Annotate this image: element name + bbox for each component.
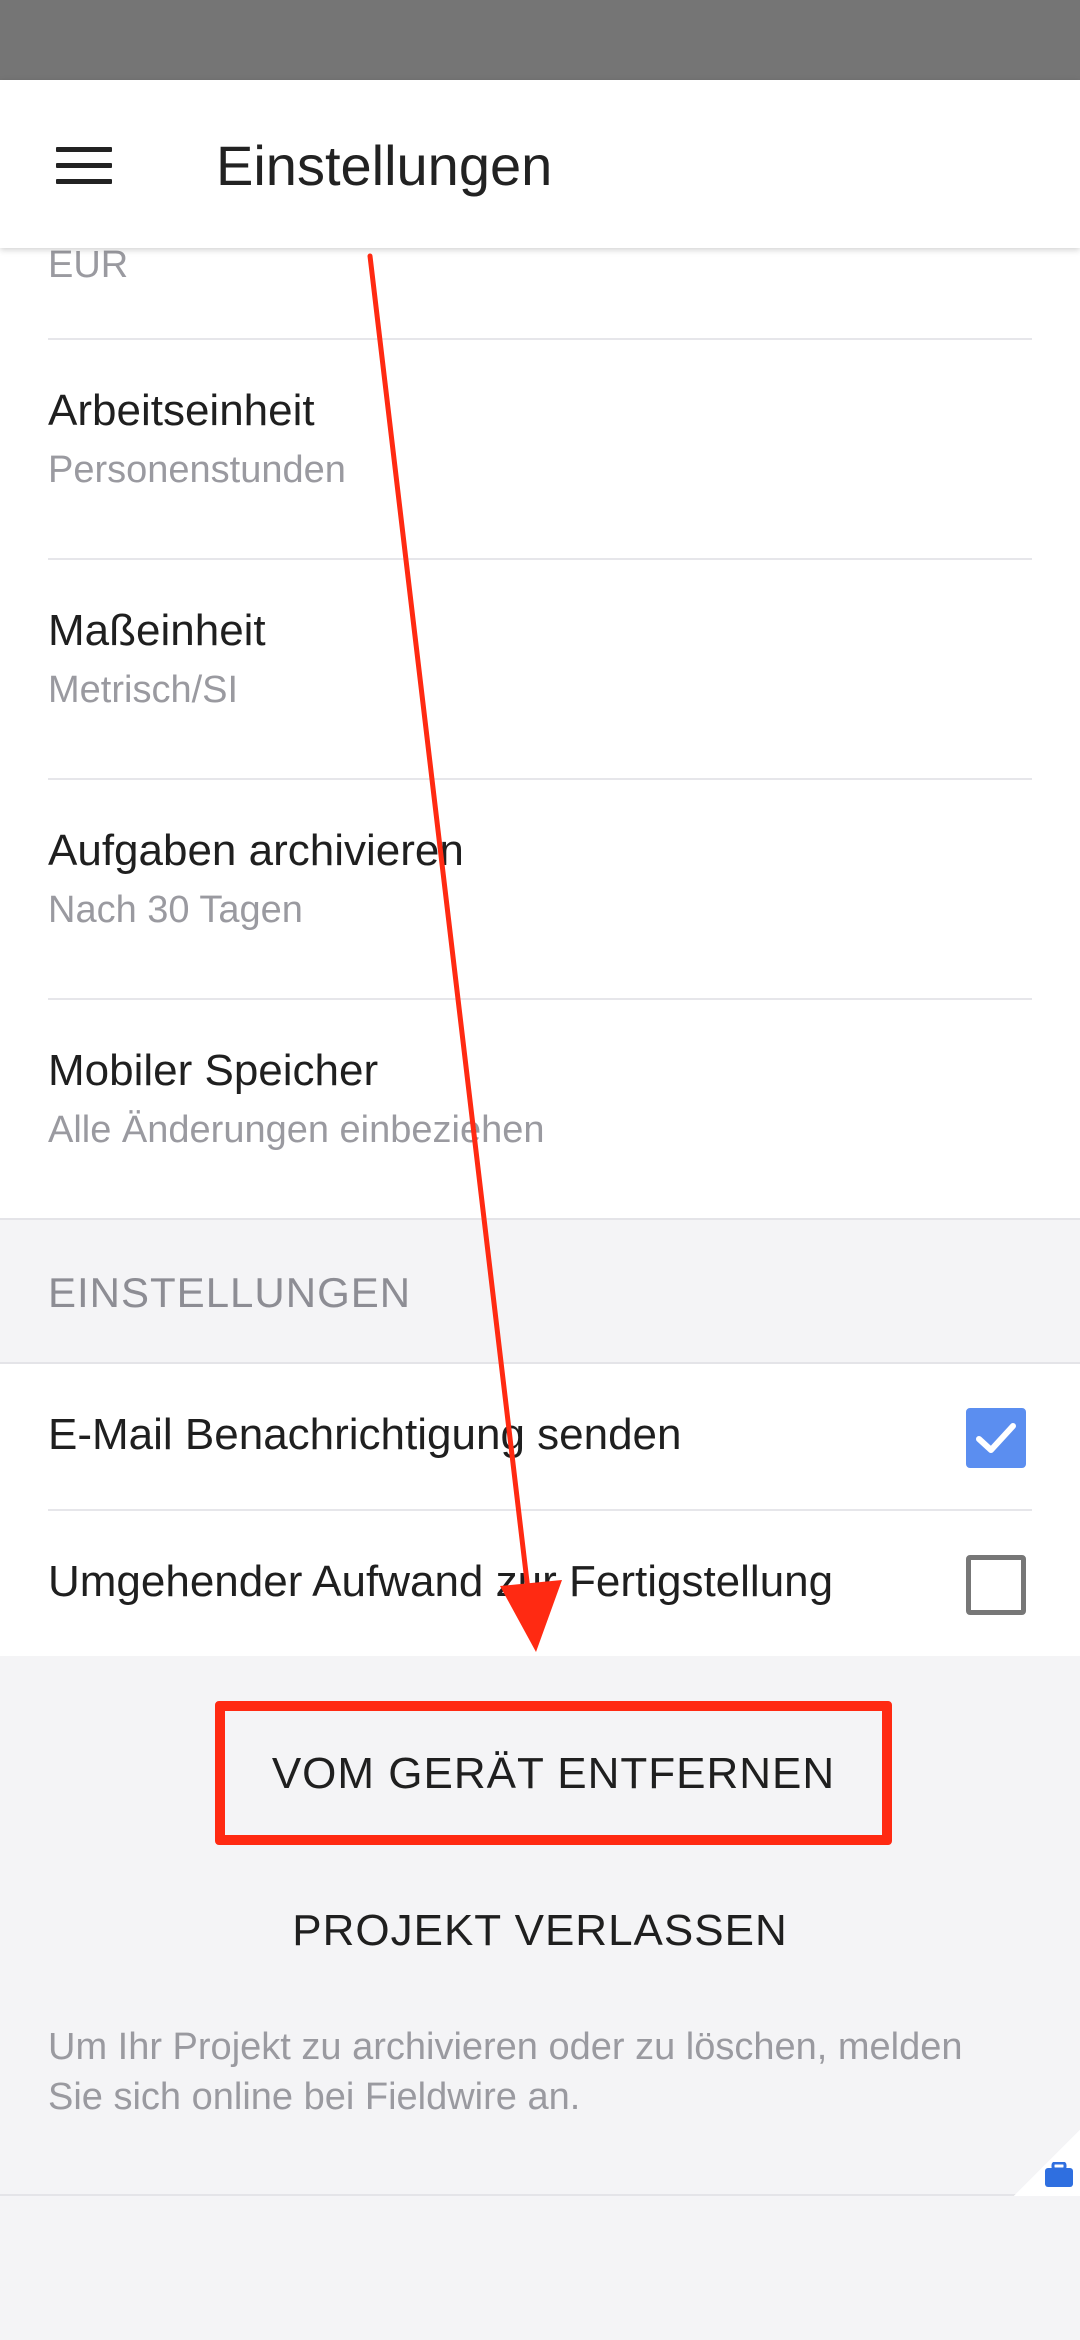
briefcase-icon[interactable]	[1044, 2162, 1074, 2188]
remove-from-device-button[interactable]: VOM GERÄT ENTFERNEN	[215, 1701, 892, 1845]
email-notification-checkbox[interactable]	[966, 1408, 1026, 1468]
immediate-effort-checkbox[interactable]	[966, 1555, 1026, 1615]
setting-value: Personenstunden	[48, 449, 346, 491]
setting-value: Metrisch/SI	[48, 669, 239, 711]
setting-label: Arbeitseinheit	[48, 386, 315, 435]
setting-label: Aufgaben archivieren	[48, 826, 464, 875]
setting-value: Alle Änderungen einbeziehen	[48, 1109, 545, 1151]
leave-project-button[interactable]: PROJEKT VERLASSEN	[240, 1886, 840, 1976]
setting-row-mobile-storage[interactable]: Mobiler Speicher Alle Änderungen einbezi…	[0, 1000, 1080, 1218]
divider	[0, 2194, 1080, 2196]
setting-row-measurement-unit[interactable]: Maßeinheit Metrisch/SI	[0, 560, 1080, 778]
toggle-row-email-notification[interactable]: E-Mail Benachrichtigung senden	[0, 1364, 1080, 1509]
actions-area: VOM GERÄT ENTFERNEN PROJEKT VERLASSEN Um…	[0, 1656, 1080, 2196]
section-title: EINSTELLUNGEN	[48, 1269, 412, 1316]
setting-row-work-unit[interactable]: Arbeitseinheit Personenstunden	[0, 340, 1080, 558]
toggle-row-immediate-effort[interactable]: Umgehender Aufwand zur Fertigstellung	[0, 1511, 1080, 1656]
status-bar	[0, 0, 1080, 80]
app-bar: Einstellungen	[0, 80, 1080, 248]
archive-info-text: Um Ihr Projekt zu archivieren oder zu lö…	[48, 2026, 963, 2118]
currency-value: EUR	[48, 244, 129, 286]
project-settings-list: EUR Arbeitseinheit Personenstunden Maßei…	[0, 244, 1080, 1218]
toggle-label: Umgehender Aufwand zur Fertigstellung	[48, 1557, 834, 1606]
checkmark-icon	[976, 1423, 1016, 1453]
toggle-label: E-Mail Benachrichtigung senden	[48, 1410, 682, 1459]
section-header-preferences: EINSTELLUNGEN	[0, 1218, 1080, 1364]
setting-label: Mobiler Speicher	[48, 1046, 379, 1095]
hamburger-menu-icon[interactable]	[56, 147, 112, 185]
remove-from-device-label: VOM GERÄT ENTFERNEN	[271, 1749, 836, 1798]
screen: Einstellungen EUR Arbeitseinheit Persone…	[0, 0, 1080, 2340]
setting-value: Nach 30 Tagen	[48, 889, 303, 931]
preferences-list: E-Mail Benachrichtigung senden Umgehende…	[0, 1364, 1080, 1656]
setting-row-archive-tasks[interactable]: Aufgaben archivieren Nach 30 Tagen	[0, 780, 1080, 998]
page-title: Einstellungen	[216, 134, 553, 197]
setting-label: Maßeinheit	[48, 606, 266, 655]
